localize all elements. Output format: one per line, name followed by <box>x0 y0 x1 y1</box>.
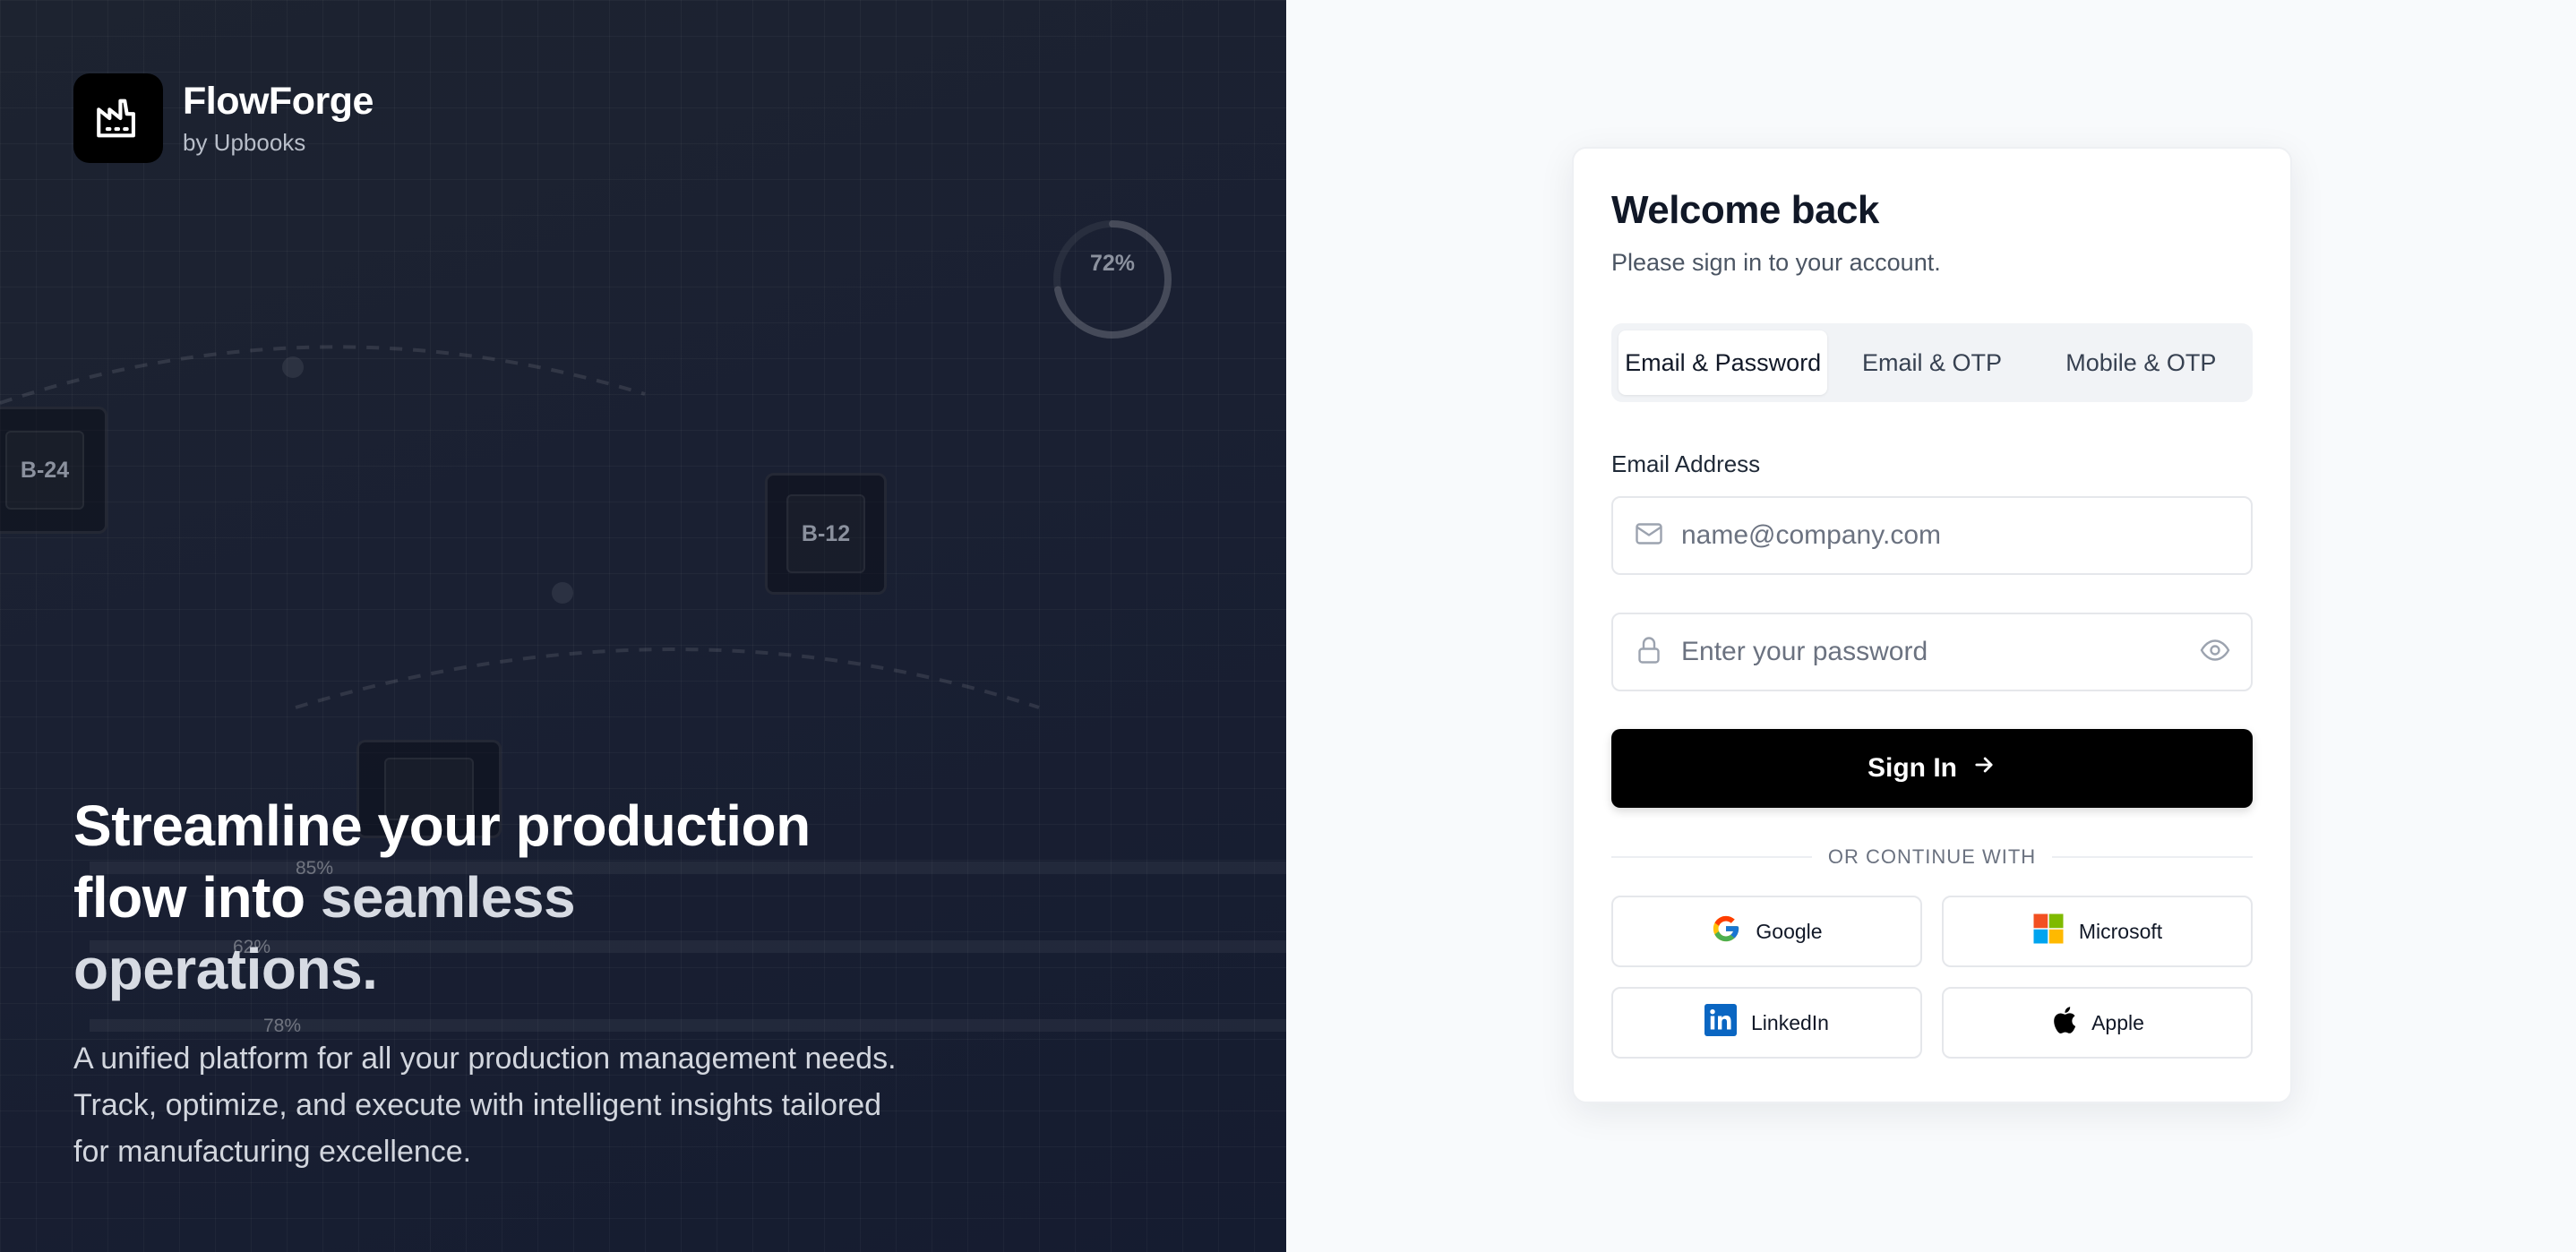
microsoft-login-button[interactable]: Microsoft <box>1942 896 2253 967</box>
divider-line <box>2052 856 2254 858</box>
brand-name: FlowForge <box>183 80 374 123</box>
apple-login-button[interactable]: Apple <box>1942 987 2253 1059</box>
brand-subtitle: by Upbooks <box>183 129 306 156</box>
tab-email-otp[interactable]: Email & OTP <box>1827 330 2036 395</box>
email-label: Email Address <box>1611 450 1761 477</box>
headline-line-2a: flow into <box>73 865 321 930</box>
google-login-button[interactable]: Google <box>1611 896 1922 967</box>
brand: FlowForge by Upbooks <box>73 73 374 163</box>
password-field-wrapper <box>1611 613 2253 691</box>
login-subtitle: Please sign in to your account. <box>1611 249 1941 276</box>
sign-in-label: Sign In <box>1868 753 1957 783</box>
google-icon <box>1711 913 1741 949</box>
lock-icon <box>1633 634 1665 671</box>
mail-icon <box>1633 518 1665 554</box>
flow-arc-bottom <box>295 647 1040 709</box>
login-title: Welcome back <box>1611 188 1879 232</box>
progress-ring-label: 72% <box>1089 251 1136 276</box>
hero-panel: B-24 B-12 72% 85% 62% 78% FlowForge by U… <box>0 0 1286 1252</box>
flow-node <box>552 582 573 604</box>
hero-description: A unified platform for all your producti… <box>73 1042 897 1169</box>
apple-label: Apple <box>2091 1010 2144 1034</box>
login-card: Welcome back Please sign in to your acco… <box>1572 147 2292 1103</box>
flow-arc-top <box>0 345 646 405</box>
linkedin-icon <box>1704 1004 1738 1042</box>
linkedin-label: LinkedIn <box>1751 1010 1829 1034</box>
arrow-right-icon <box>1971 752 1996 785</box>
social-divider: OR CONTINUE WITH <box>1611 845 2254 869</box>
batch-card-b12: B-12 <box>765 473 887 595</box>
divider-text: OR CONTINUE WITH <box>1827 845 2037 868</box>
linkedin-login-button[interactable]: LinkedIn <box>1611 987 1922 1059</box>
microsoft-label: Microsoft <box>2078 919 2163 943</box>
eye-icon[interactable] <box>2199 634 2231 671</box>
social-login-grid: Google Microsoft LinkedIn Apple <box>1611 896 2253 1059</box>
email-input[interactable] <box>1681 520 2231 551</box>
microsoft-icon <box>2032 913 2065 950</box>
headline-highlight: seamless <box>320 865 576 930</box>
hero-headline: Streamline your production flow into sea… <box>73 790 951 1005</box>
factory-icon <box>73 73 163 163</box>
auth-panel: Welcome back Please sign in to your acco… <box>1286 0 2576 1252</box>
batch-card-b24: B-24 <box>0 407 107 534</box>
bar-label: 78% <box>263 1016 302 1036</box>
batch-label: B-24 <box>5 431 84 510</box>
sign-in-button[interactable]: Sign In <box>1611 729 2253 808</box>
batch-label: B-12 <box>786 494 865 573</box>
apple-icon <box>2050 1006 2077 1040</box>
email-field-wrapper <box>1611 496 2253 575</box>
flow-node <box>282 356 304 378</box>
google-label: Google <box>1756 919 1823 943</box>
login-page: B-24 B-12 72% 85% 62% 78% FlowForge by U… <box>0 0 2576 1252</box>
login-method-tabs: Email & Password Email & OTP Mobile & OT… <box>1611 323 2253 402</box>
headline-line-3: operations. <box>73 937 378 1001</box>
tab-email-password[interactable]: Email & Password <box>1619 330 1828 395</box>
tab-mobile-otp[interactable]: Mobile & OTP <box>2037 330 2245 395</box>
headline-line-1: Streamline your production <box>73 793 811 858</box>
divider-line <box>1611 856 1812 858</box>
password-input[interactable] <box>1681 637 2199 667</box>
